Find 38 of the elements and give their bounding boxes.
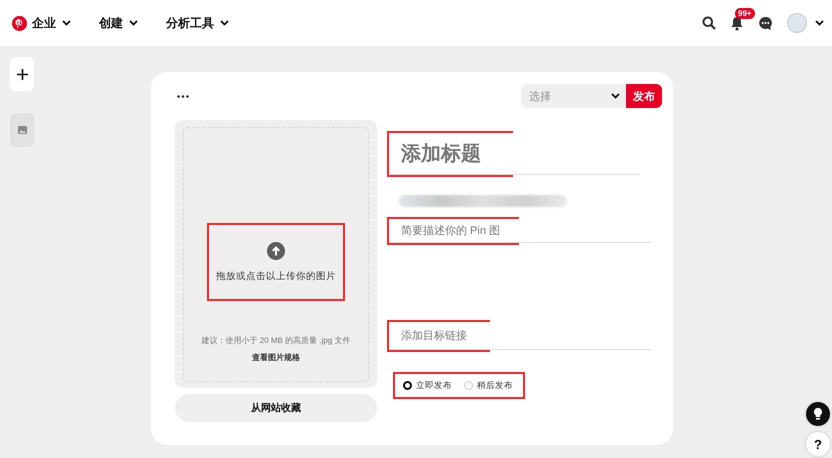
publish-button[interactable]: 发布 (626, 84, 662, 108)
help-button[interactable]: ? (806, 432, 830, 456)
notifications-button[interactable] (730, 16, 744, 30)
image-specs-link[interactable]: 查看图片规格 (252, 352, 300, 363)
radio-label: 立即发布 (416, 380, 452, 392)
upload-hint: 建议：使用小于 20 MB 的高质量 .jpg 文件 (202, 335, 350, 346)
radio-label: 稍后发布 (477, 380, 513, 392)
upload-area[interactable]: 拖放或点击以上传你的图片 建议：使用小于 20 MB 的高质量 .jpg 文件 查看图片规格 (175, 120, 377, 388)
title-field[interactable]: 添加标题 (389, 133, 639, 175)
publish-timing-radio[interactable]: 立即发布 (403, 380, 452, 392)
notification-badge: 99+ (735, 8, 755, 18)
messages-button[interactable] (758, 16, 773, 30)
chat-bubble-icon (758, 16, 773, 30)
image-button[interactable] (10, 113, 34, 147)
tips-button[interactable] (806, 402, 830, 426)
description-field[interactable]: 简要描述你的 Pin 图 (389, 219, 651, 243)
search-icon (702, 16, 716, 30)
nav-menu[interactable]: 创建 (99, 14, 138, 32)
search-button[interactable] (702, 16, 716, 30)
lightbulb-icon (814, 408, 822, 420)
logo-icon[interactable] (12, 16, 27, 30)
image-icon (18, 126, 26, 134)
link-field[interactable]: 添加目标链接 (389, 322, 651, 350)
chevron-down-icon (129, 20, 138, 26)
plus-icon (16, 68, 28, 80)
bell-icon (730, 16, 744, 30)
upload-prompt: 拖放或点击以上传你的图片 (216, 270, 336, 282)
save-from-site-button[interactable]: 从网站收藏 (175, 394, 377, 422)
chevron-down-icon (62, 20, 71, 26)
nav-menu[interactable]: 分析工具 (166, 14, 229, 32)
chevron-down-icon (611, 93, 620, 99)
chevron-down-icon (220, 20, 229, 26)
account-menu-button[interactable] (815, 20, 824, 26)
more-options-icon[interactable] (177, 94, 189, 98)
nav-menu[interactable]: 企业 (32, 14, 71, 32)
add-button[interactable] (10, 57, 34, 91)
chevron-down-icon (815, 20, 824, 26)
publish-timing-radio[interactable]: 稍后发布 (464, 380, 513, 392)
